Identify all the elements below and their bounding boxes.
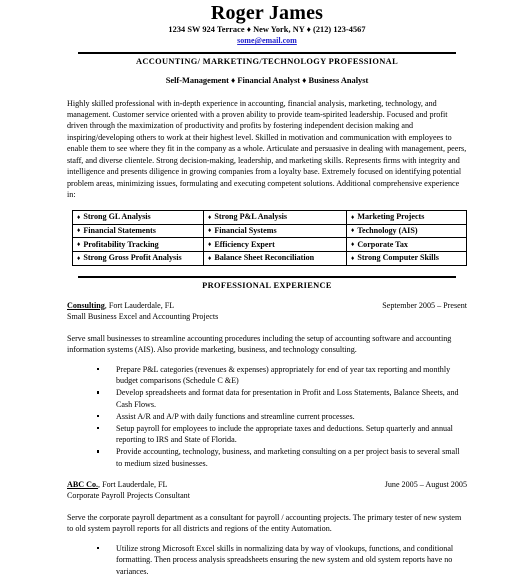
experience-entry-header: Consulting, Fort Lauderdale, FL September… — [67, 301, 467, 312]
skill-label: Strong Gross Profit Analysis — [83, 253, 182, 263]
skill-label: Financial Systems — [214, 225, 277, 235]
bullet-text: Prepare P&L categories (revenues & expen… — [116, 364, 451, 386]
bullet-text: Setup payroll for employees to include t… — [116, 423, 453, 445]
experience-divider — [78, 275, 456, 278]
email-line: some@email.com — [67, 36, 467, 46]
skills-table-cell: ♦ Profitability Tracking — [72, 237, 204, 253]
headline-divider — [78, 52, 456, 55]
skills-table-cell: ♦ Strong P&L Analysis — [203, 209, 347, 225]
skill-label: Strong GL Analysis — [83, 212, 151, 222]
skill-label: Financial Statements — [83, 225, 156, 235]
skills-table-row: ♦ Profitability Tracking ♦ Efficiency Exper… — [72, 237, 467, 253]
experience-role: Small Business Excel and Accounting Proj… — [67, 311, 219, 321]
experience-bullet-item: Develop spreadsheets and format data for… — [67, 387, 467, 410]
diamond-bullet-icon: ♦ — [77, 254, 81, 262]
resume-page: Roger James 1234 SW 924 Terrace ♦ New Yo… — [0, 3, 530, 576]
email-link[interactable]: some@email.com — [237, 36, 297, 45]
skills-table-cell: ♦ Balance Sheet Reconciliation — [203, 251, 347, 266]
square-bullet-icon — [97, 450, 100, 453]
headline-subtitle: Self-Management ♦ Financial Analyst ♦ Bu… — [165, 76, 369, 86]
skills-table-cell: ♦ Efficiency Expert — [203, 237, 347, 253]
diamond-bullet-icon: ♦ — [351, 241, 355, 249]
experience-bullet-item: Assist A/R and A/P with daily functions … — [67, 411, 467, 422]
skills-table-cell: ♦ Strong Computer Skills — [346, 251, 467, 266]
skills-table-cell: ♦ Financial Statements — [72, 223, 204, 239]
skills-table-cell: ♦ Strong Gross Profit Analysis — [72, 251, 204, 266]
skills-table-cell: ♦ Corporate Tax — [346, 237, 467, 253]
experience-bullet-item: Prepare P&L categories (revenues & expen… — [67, 364, 467, 387]
experience-date-range: September 2005 – Present — [382, 300, 467, 310]
skill-label: Strong Computer Skills — [357, 253, 439, 263]
candidate-name: Roger James — [210, 2, 324, 24]
experience-date-range: June 2005 – August 2005 — [384, 480, 467, 490]
diamond-bullet-icon: ♦ — [208, 213, 212, 221]
diamond-bullet-icon: ♦ — [77, 227, 81, 235]
experience-bullet-item: Utilize strong Microsoft Excel skills in… — [67, 543, 467, 577]
skills-table-row: ♦ Strong Gross Profit Analysis ♦ Balance Sh… — [72, 251, 467, 266]
skill-label: Balance Sheet Reconciliation — [214, 253, 315, 263]
skills-table-cell: ♦ Strong GL Analysis — [72, 209, 204, 225]
skills-table-body: ♦ Strong GL Analysis ♦ Strong P&L Analysis ♦… — [72, 209, 467, 266]
diamond-bullet-icon: ♦ — [351, 213, 355, 221]
skill-label: Efficiency Expert — [214, 239, 275, 249]
bullet-text: Provide accounting, technology, business… — [116, 447, 460, 468]
square-bullet-icon — [97, 391, 100, 394]
experience-section-title: PROFESSIONAL EXPERIENCE — [202, 280, 332, 290]
skills-table-cell: ♦ Technology (AIS) — [346, 223, 467, 239]
experience-company-location: ABC Co., Fort Lauderdale, FL — [67, 480, 167, 491]
diamond-bullet-icon: ♦ — [351, 227, 355, 235]
experience-location: , Fort Lauderdale, FL — [98, 480, 168, 490]
square-bullet-icon — [97, 414, 100, 418]
experience-bullet-list: Utilize strong Microsoft Excel skills in… — [67, 543, 467, 577]
diamond-bullet-icon: ♦ — [77, 213, 81, 221]
experience-bullet-item: Setup payroll for employees to include t… — [67, 423, 467, 446]
skill-label: Profitability Tracking — [83, 239, 159, 249]
diamond-bullet-icon: ♦ — [208, 227, 212, 235]
experience-entry: Consulting, Fort Lauderdale, FL September… — [67, 301, 467, 469]
experience-role: Corporate Payroll Projects Consultant — [67, 490, 190, 500]
square-bullet-icon — [97, 367, 100, 371]
square-bullet-icon — [97, 547, 100, 550]
experience-bullet-item: Provide accounting, technology, business… — [67, 446, 467, 469]
bullet-text: Assist A/R and A/P with daily functions … — [116, 411, 355, 421]
bullet-text: Develop spreadsheets and format data for… — [116, 388, 459, 409]
summary-paragraph: Highly skilled professional with in-dept… — [67, 98, 467, 200]
experience-list: Consulting, Fort Lauderdale, FL September… — [67, 301, 467, 577]
bullet-text: Utilize strong Microsoft Excel skills in… — [116, 543, 454, 576]
skill-label: Marketing Projects — [357, 212, 425, 222]
experience-entry-header: ABC Co., Fort Lauderdale, FL June 2005 – … — [67, 480, 467, 491]
diamond-bullet-icon: ♦ — [208, 254, 212, 262]
experience-bullet-list: Prepare P&L categories (revenues & expen… — [67, 364, 467, 469]
skills-table: ♦ Strong GL Analysis ♦ Strong P&L Analysis ♦… — [72, 209, 467, 266]
skills-table-cell: ♦ Marketing Projects — [346, 209, 467, 225]
diamond-bullet-icon: ♦ — [351, 254, 355, 262]
experience-location: , Fort Lauderdale, FL — [104, 300, 175, 310]
skill-label: Strong P&L Analysis — [214, 212, 288, 222]
skills-table-row: ♦ Strong GL Analysis ♦ Strong P&L Analysis ♦… — [72, 209, 467, 225]
experience-entry: ABC Co., Fort Lauderdale, FL June 2005 – … — [67, 480, 467, 577]
contact-line: 1234 SW 924 Terrace ♦ New York, NY ♦ (21… — [168, 25, 366, 34]
experience-company-location: Consulting, Fort Lauderdale, FL — [67, 301, 174, 312]
diamond-bullet-icon: ♦ — [77, 241, 81, 249]
experience-description: Serve small businesses to streamline acc… — [67, 333, 452, 355]
headline-title: ACCOUNTING/ MARKETING/TECHNOLOGY PROFESS… — [135, 57, 399, 67]
skills-table-cell: ♦ Financial Systems — [203, 223, 347, 239]
square-bullet-icon — [97, 426, 100, 430]
experience-company: ABC Co. — [67, 480, 99, 490]
resume-header: Roger James 1234 SW 924 Terrace ♦ New Yo… — [67, 3, 467, 46]
experience-company: Consulting — [67, 300, 105, 310]
skill-label: Corporate Tax — [357, 239, 408, 249]
skills-table-row: ♦ Financial Statements ♦ Financial Systems ♦… — [72, 223, 467, 239]
experience-description: Serve the corporate payroll department a… — [67, 512, 462, 534]
skill-label: Technology (AIS) — [357, 225, 418, 235]
diamond-bullet-icon: ♦ — [208, 241, 212, 249]
